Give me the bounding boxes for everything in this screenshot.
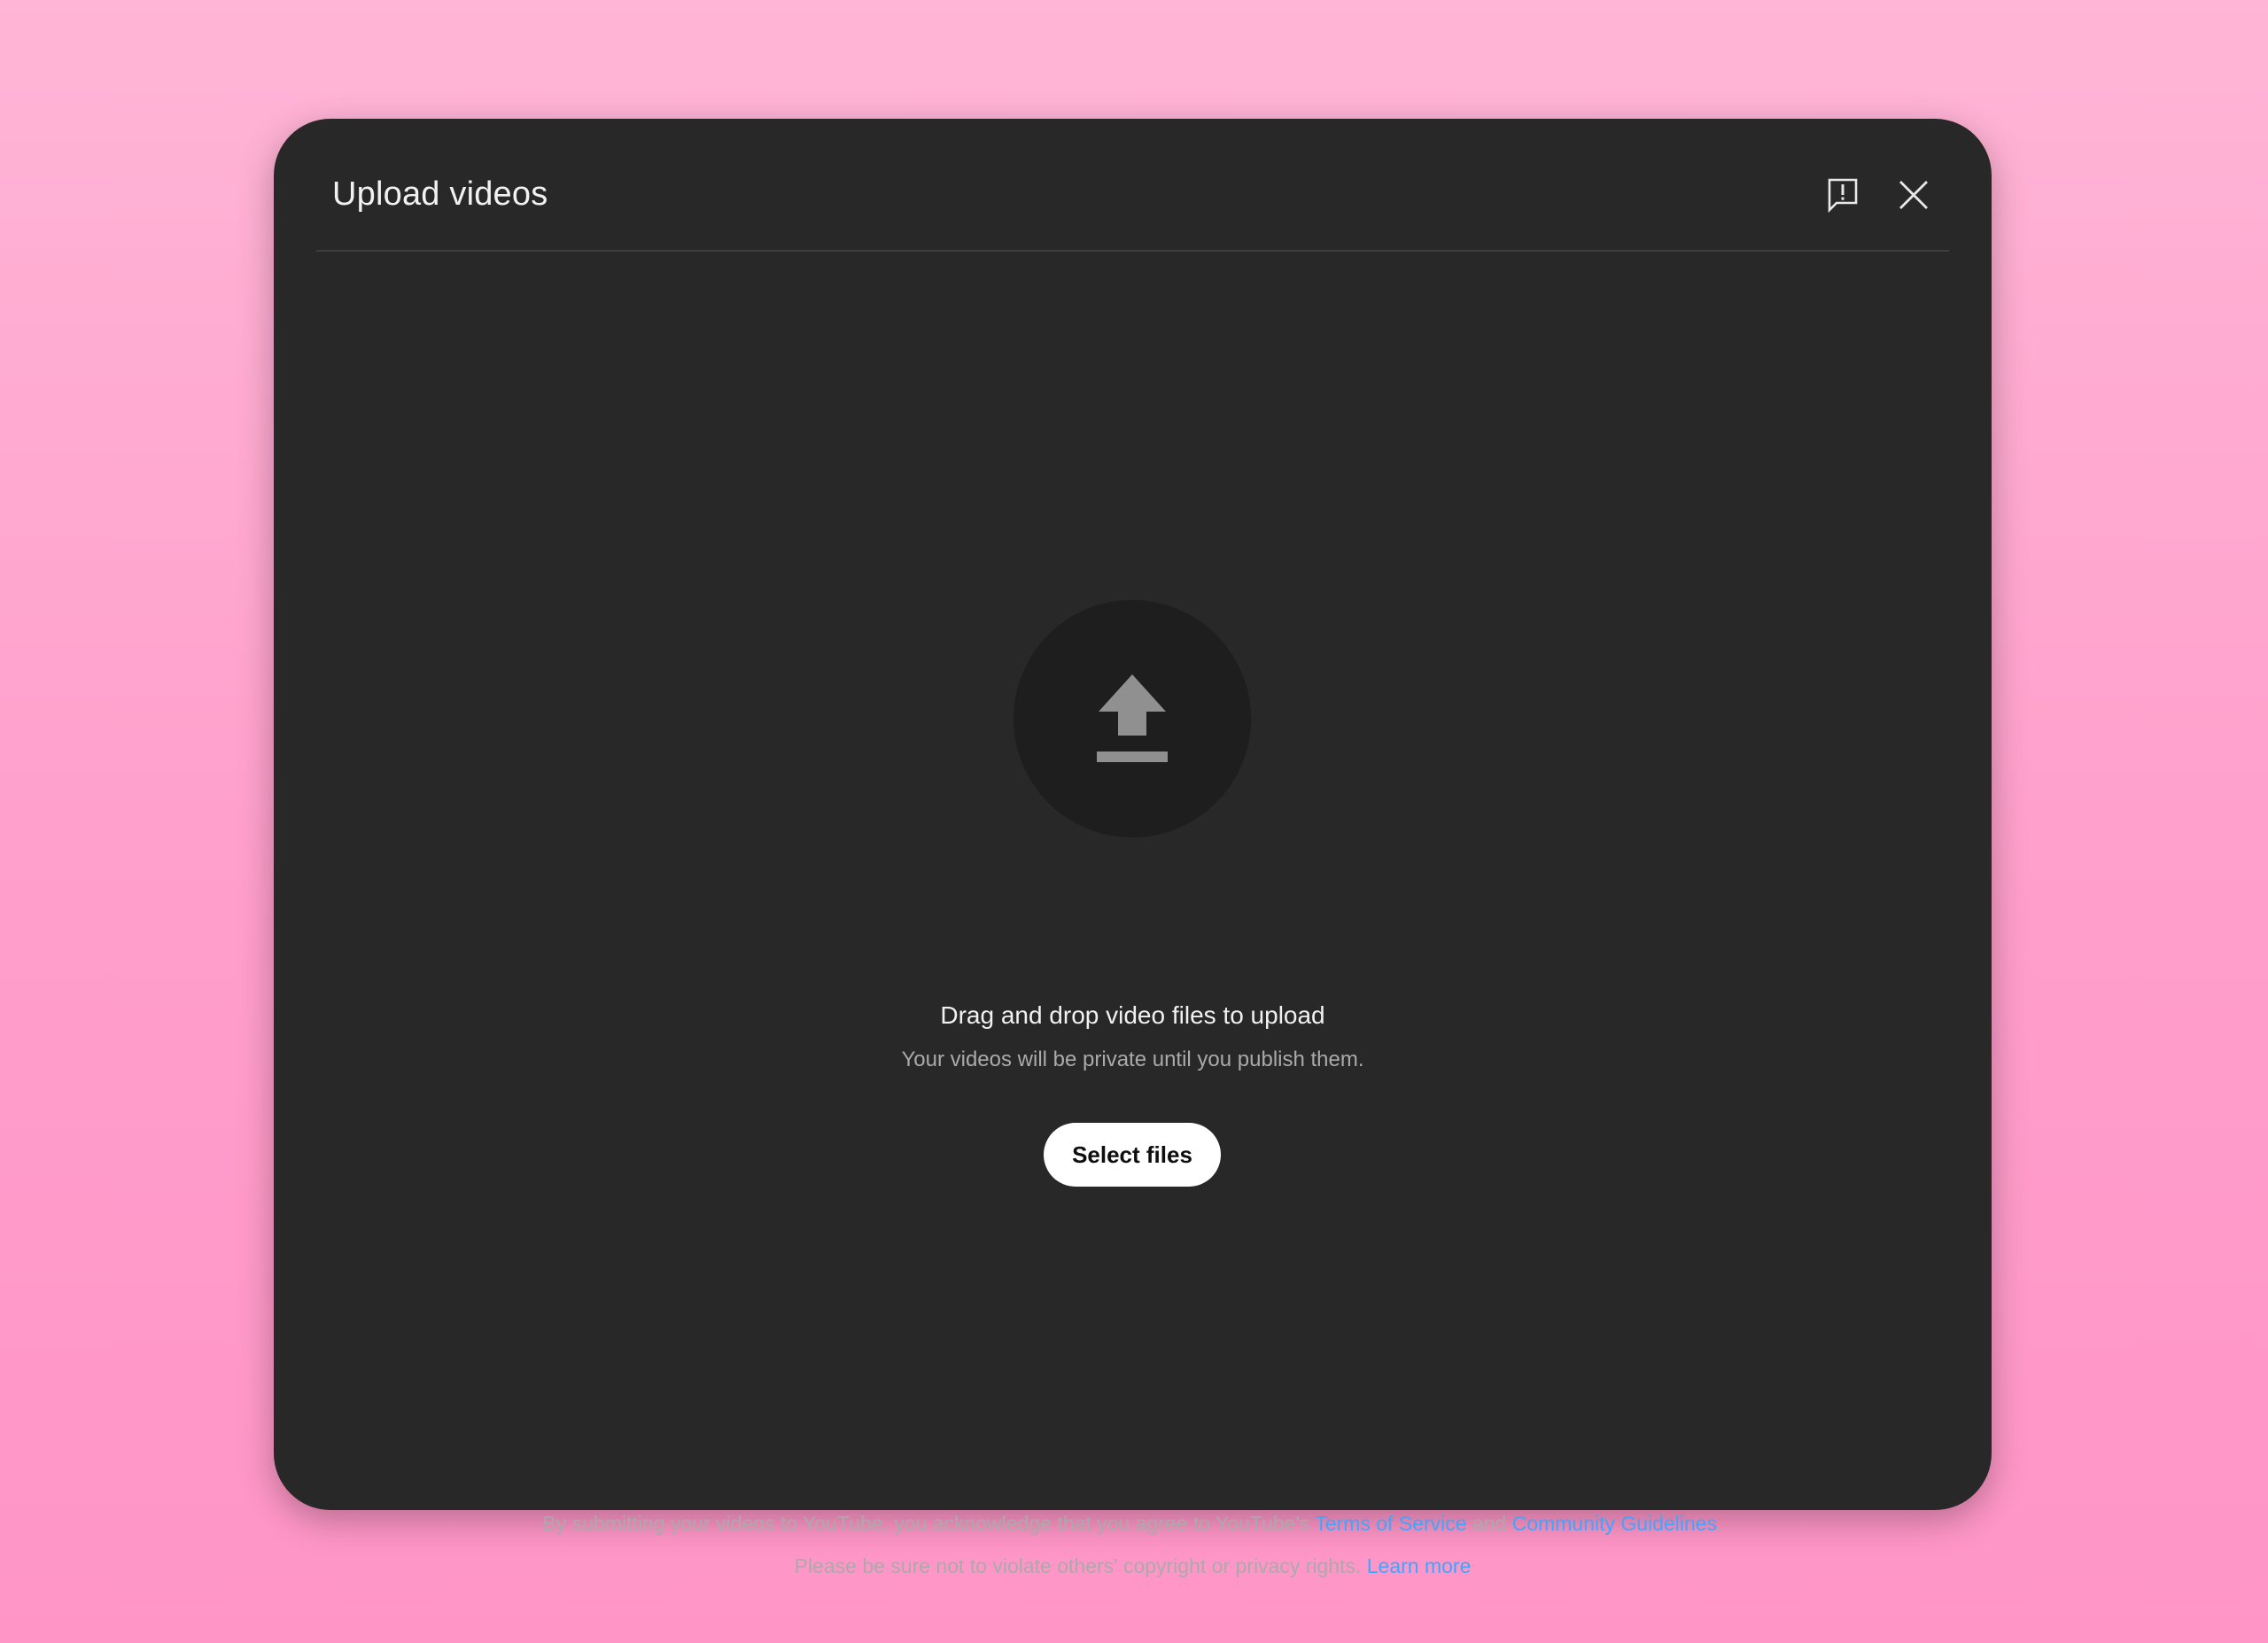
dropzone-subtext: Your videos will be private until you pu… bbox=[901, 1047, 1364, 1071]
feedback-icon bbox=[1828, 178, 1858, 213]
dialog-header: Upload videos bbox=[316, 119, 1949, 252]
copyright-notice: Please be sure not to violate others' co… bbox=[274, 1554, 1992, 1578]
terms-notice-suffix: . bbox=[1717, 1512, 1723, 1535]
close-icon bbox=[1899, 181, 1928, 209]
dialog-title: Upload videos bbox=[332, 175, 548, 213]
community-guidelines-link[interactable]: Community Guidelines bbox=[1512, 1512, 1717, 1535]
select-files-button[interactable]: Select files bbox=[1044, 1123, 1221, 1187]
upload-arrow-icon bbox=[1097, 674, 1168, 762]
terms-notice-prefix: By submitting your videos to YouTube, yo… bbox=[542, 1512, 1316, 1535]
feedback-button[interactable] bbox=[1816, 168, 1869, 222]
terms-notice-and: and bbox=[1466, 1512, 1512, 1535]
copyright-notice-text: Please be sure not to violate others' co… bbox=[794, 1554, 1367, 1577]
terms-notice: By submitting your videos to YouTube, yo… bbox=[274, 1512, 1992, 1536]
learn-more-link[interactable]: Learn more bbox=[1367, 1554, 1472, 1577]
upload-dialog: Upload videos Drag and drop video files … bbox=[274, 119, 1992, 1577]
dropzone-heading: Drag and drop video files to upload bbox=[940, 1001, 1325, 1029]
terms-of-service-link[interactable]: Terms of Service bbox=[1315, 1512, 1466, 1535]
upload-dropzone-circle[interactable] bbox=[1014, 600, 1251, 837]
close-button[interactable] bbox=[1887, 168, 1940, 222]
